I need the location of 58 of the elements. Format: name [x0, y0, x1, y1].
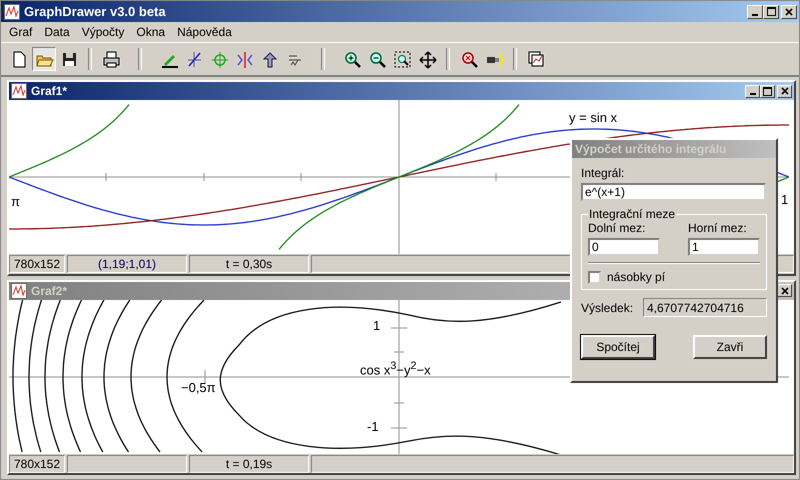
upper-limit-label: Horní mez:	[688, 221, 748, 235]
minimize-icon	[750, 93, 756, 95]
lower-limit-label: Dolní mez:	[588, 221, 646, 235]
status-panel: 780x152	[9, 454, 65, 472]
menu-item[interactable]: Data	[38, 25, 76, 39]
menu-item[interactable]: Výpočty	[76, 25, 130, 39]
close-button[interactable]	[777, 84, 792, 98]
status-panel: 780x152	[9, 255, 65, 273]
status-panel: t = 0,19s	[189, 454, 309, 472]
zoom-cancel-icon	[460, 50, 478, 68]
status-panel: t = 0,30s	[189, 255, 309, 273]
minimize-icon	[752, 14, 758, 16]
maximize-icon	[766, 7, 776, 16]
crosshair-icon	[210, 50, 228, 68]
graph-icon	[4, 4, 20, 20]
checkbox-label[interactable]: násobky pí	[607, 270, 666, 284]
zoom-box-icon	[392, 50, 412, 68]
menu-item[interactable]: Okna	[130, 25, 172, 39]
zoom-out-icon	[368, 50, 386, 68]
result-field: 4,6707742704716	[643, 298, 767, 317]
windows-icon	[526, 50, 546, 68]
integral-field[interactable]: e^(x+1)	[581, 183, 766, 201]
maximize-button[interactable]	[760, 84, 775, 98]
minimize-button[interactable]	[747, 4, 763, 18]
open-folder-button[interactable]	[32, 47, 56, 71]
graph-label: cos x$^{3}$−y$^{2}$−x	[360, 360, 431, 377]
close-icon	[780, 87, 788, 95]
dialog-button[interactable]: Zavři	[693, 335, 767, 359]
group-title: Integrační meze	[588, 207, 676, 221]
close-button[interactable]	[777, 284, 792, 297]
dialog-button[interactable]: Spočítej	[581, 335, 655, 359]
checkbox[interactable]	[588, 270, 601, 284]
graph-label: −0,5π	[181, 380, 216, 394]
maximize-button[interactable]	[763, 4, 779, 18]
window-title: GraphDrawer v3.0 beta	[24, 4, 167, 19]
menu-item[interactable]: Graf	[3, 25, 38, 39]
move-arrows-icon	[418, 50, 436, 68]
integral-label: Integrál:	[581, 166, 626, 180]
close-button[interactable]	[781, 4, 797, 18]
mirror-icon	[234, 50, 254, 68]
result-label: Výsledek:	[581, 300, 634, 314]
zoom-in-icon	[342, 50, 362, 68]
minimize-button[interactable]	[745, 84, 760, 98]
graph-window-title: Graf1*	[31, 84, 68, 98]
menu-item[interactable]: Nápověda	[171, 25, 238, 39]
graph-label: -1	[367, 418, 379, 434]
close-icon	[785, 8, 793, 16]
printer-icon	[102, 50, 120, 68]
graph-window-title: Graf2*	[31, 284, 68, 298]
maximize-icon	[763, 86, 772, 96]
upper-limit-field[interactable]: 1	[688, 238, 760, 256]
graph-label: 1	[781, 192, 788, 207]
lower-limit-field[interactable]: 0	[588, 238, 660, 256]
status-panel: (1,19;1,01)	[67, 255, 187, 273]
graph-label: 1	[373, 318, 380, 332]
graph-label: y = sin x	[569, 110, 618, 125]
close-icon	[780, 286, 788, 294]
graph-label: π	[11, 194, 20, 209]
